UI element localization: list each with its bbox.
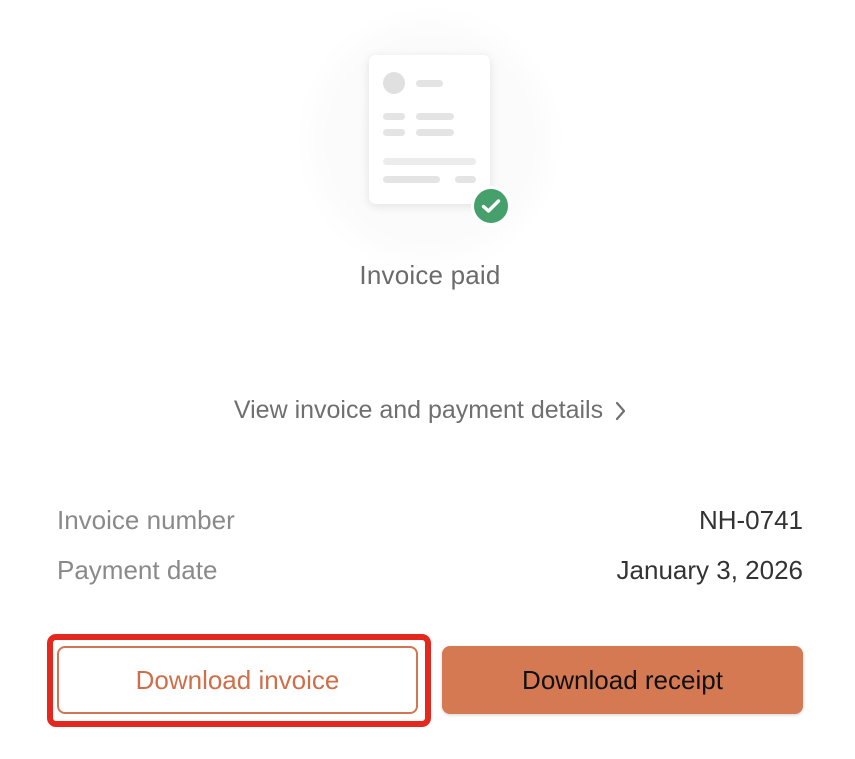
doc-line <box>455 176 476 183</box>
doc-line <box>383 129 405 136</box>
doc-line <box>383 113 405 120</box>
chevron-right-icon <box>615 401 626 421</box>
doc-avatar-placeholder <box>383 72 405 94</box>
invoice-document-icon <box>369 55 490 204</box>
view-details-label: View invoice and payment details <box>233 396 604 424</box>
doc-line <box>416 113 454 120</box>
paid-check-badge <box>471 186 511 226</box>
download-invoice-button[interactable]: Download invoice <box>57 646 418 714</box>
view-details-link[interactable]: View invoice and payment details <box>0 396 855 425</box>
invoice-number-value: NH-0741 <box>698 505 803 535</box>
doc-line <box>383 176 440 183</box>
payment-date-row: Payment date January 3, 2026 <box>57 555 803 586</box>
payment-date-label: Payment date <box>57 555 218 585</box>
invoice-number-row: Invoice number NH-0741 <box>57 505 803 536</box>
doc-line <box>416 129 454 136</box>
checkmark-icon <box>481 199 501 213</box>
payment-date-value: January 3, 2026 <box>616 555 803 585</box>
status-title: Invoice paid <box>359 260 501 290</box>
invoice-number-label: Invoice number <box>57 505 235 535</box>
doc-line <box>416 80 443 87</box>
download-receipt-button[interactable]: Download receipt <box>442 646 803 714</box>
doc-line <box>383 158 476 165</box>
